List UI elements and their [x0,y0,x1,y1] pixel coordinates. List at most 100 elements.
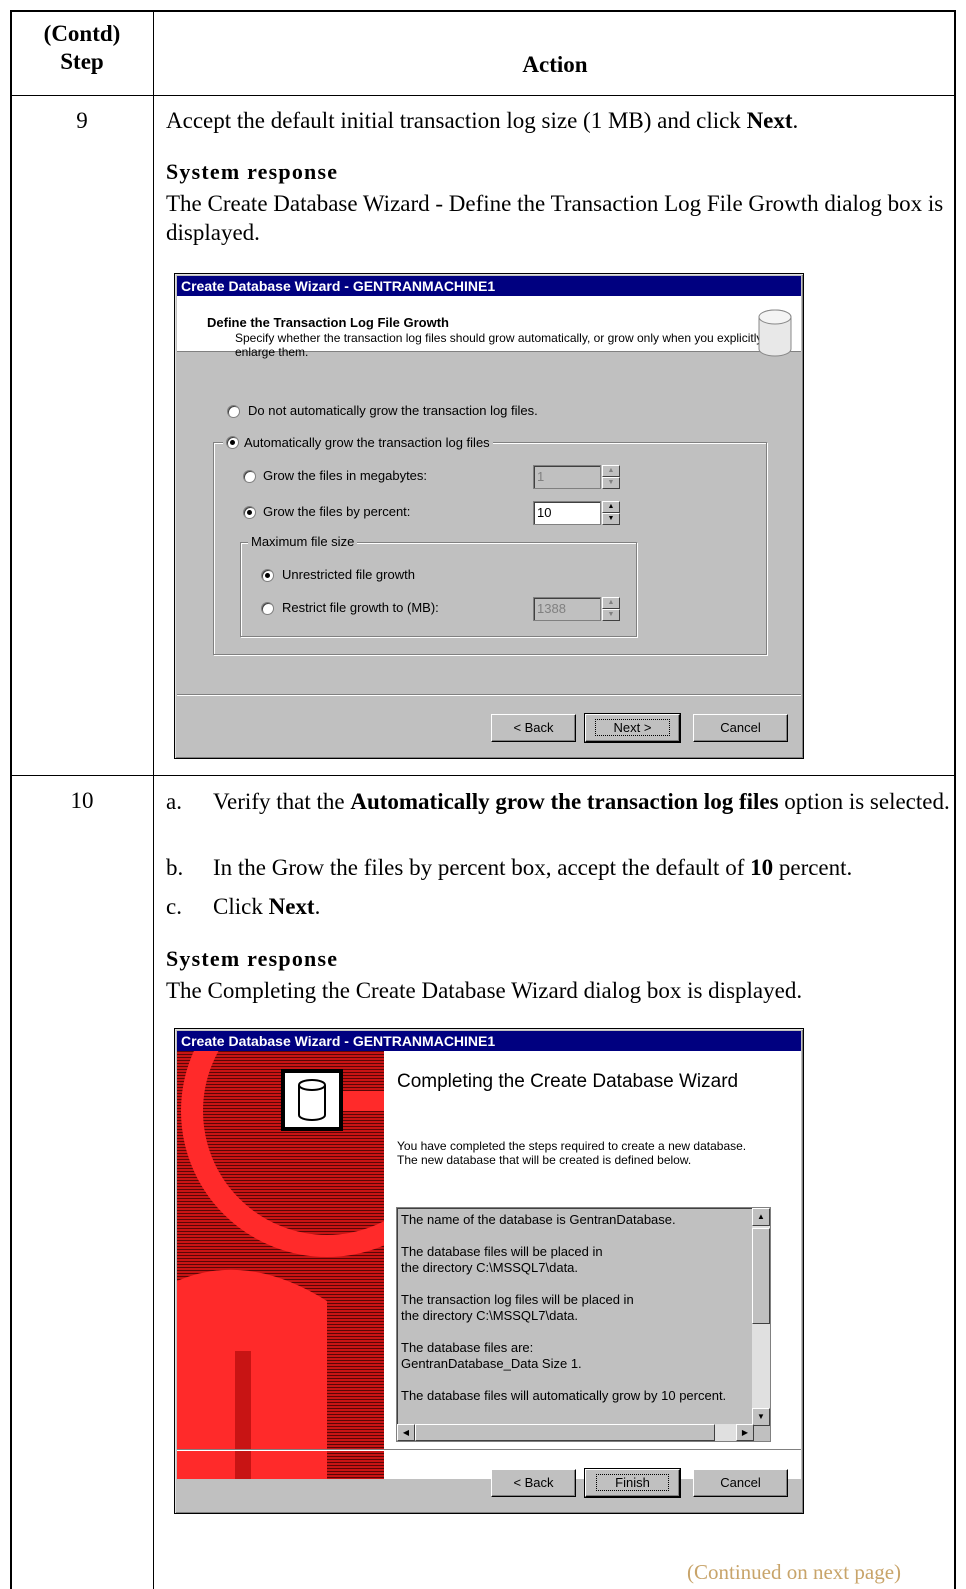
grow-percent-label[interactable]: Grow the files by percent: [263,504,410,519]
summary-line [401,1372,739,1388]
list-item-label: c. [166,894,182,919]
auto-grow-label[interactable]: Automatically grow the transaction log f… [244,435,490,450]
spin-up-icon[interactable]: ▲ [602,465,620,477]
back-button[interactable]: < Back [491,1469,576,1497]
list-item-label: a. [166,789,182,814]
log-growth-dialog: Create Database Wizard - GENTRANMACHINE1… [174,273,804,759]
no-grow-label[interactable]: Do not automatically grow the transactio… [248,403,538,418]
auto-grow-legend: Automatically grow the transaction log f… [223,434,493,450]
megabytes-spinner[interactable]: ▲ ▼ [602,465,620,489]
completion-dialog: Create Database Wizard - GENTRANMACHINE1… [174,1028,804,1514]
summary-line [401,1228,739,1244]
list-item-label: b. [166,855,184,880]
spin-down-icon[interactable]: ▼ [602,609,620,621]
summary-textbox[interactable]: The name of the database is GentranDatab… [396,1207,771,1442]
unrestricted-label[interactable]: Unrestricted file growth [282,567,415,582]
hscroll-thumb[interactable] [415,1424,715,1441]
item-bold: Automatically grow the transaction log f… [350,789,779,814]
completion-description: You have completed the steps required to… [397,1139,747,1167]
continued-note: (Continued on next page) [687,1560,902,1584]
step-instruction: Accept the default initial transaction l… [166,106,946,135]
item-end: option is selected. [778,789,950,814]
instruction-text: Accept the default initial transaction l… [166,108,747,133]
restrict-spinner[interactable]: ▲ ▼ [602,597,620,621]
item-text: Click [213,894,269,919]
item-bold: 10 [750,855,774,880]
action-column-header: Action [522,52,588,77]
dialog-header-description: Specify whether the transaction log file… [235,331,763,359]
unrestricted-radio[interactable] [261,569,274,582]
spin-up-icon[interactable]: ▲ [602,597,620,609]
spin-down-icon[interactable]: ▼ [602,477,620,489]
grow-megabytes-label[interactable]: Grow the files in megabytes: [263,468,427,483]
wizard-artwork [177,1051,384,1479]
max-file-size-legend: Maximum file size [248,534,358,549]
summary-line: The database files are: [401,1340,534,1355]
item-bold: Next [268,894,315,919]
grow-percent-radio[interactable] [243,506,256,519]
row-divider [10,775,956,776]
summary-line: The database files will be placed in [401,1244,603,1259]
instruction-end: . [792,108,799,133]
summary-line [401,1324,739,1340]
summary-text: The name of the database is GentranDatab… [401,1212,739,1404]
next-button-label[interactable]: Next > [594,719,671,736]
spin-down-icon[interactable]: ▼ [602,513,620,525]
item-text: Verify that the [213,789,351,814]
megabytes-input[interactable]: 1 [533,465,601,489]
summary-line: the directory C:\MSSQL7\data. [401,1260,579,1275]
max-file-size-group [240,542,637,637]
auto-grow-radio[interactable] [226,436,239,449]
restrict-input[interactable]: 1388 [533,597,601,621]
spin-up-icon[interactable]: ▲ [602,501,620,513]
list-item-text: Click Next. [213,893,951,921]
step-column-header: (Contd) Step [12,20,152,76]
summary-line: the directory C:\MSSQL7\data. [401,1308,579,1323]
button-separator [177,1449,801,1451]
horizontal-scrollbar[interactable]: ◀ ▶ [397,1424,754,1441]
scroll-down-icon[interactable]: ▼ [752,1408,770,1426]
next-button[interactable]: Next > [584,713,681,743]
finish-button-label[interactable]: Finish [596,1474,669,1491]
completion-panel: Completing the Create Database Wizard Yo… [384,1051,801,1479]
step-number: 10 [70,788,94,813]
step-label: Step [60,49,104,74]
percent-input[interactable]: 10 [533,501,601,525]
finish-button[interactable]: Finish [584,1468,681,1498]
summary-line: The name of the database is GentranDatab… [401,1212,676,1227]
database-icon [758,309,792,357]
step-number: 9 [76,108,88,133]
scroll-up-icon[interactable]: ▲ [752,1208,770,1226]
list-item-text: In the Grow the files by percent box, ac… [213,854,951,882]
no-grow-radio[interactable] [227,405,240,418]
summary-line: GentranDatabase_Data Size 1. [401,1356,582,1371]
column-divider [153,10,154,1589]
summary-line: The transaction log files will be placed… [401,1292,634,1307]
cancel-button[interactable]: Cancel [693,1469,788,1497]
summary-line [401,1276,739,1292]
item-end: percent. [773,855,853,880]
wizard-graphic [177,1051,384,1479]
scroll-left-icon[interactable]: ◀ [397,1424,415,1441]
back-button[interactable]: < Back [491,714,576,742]
button-separator [177,694,801,696]
restrict-radio[interactable] [261,602,274,615]
system-response-text: The Completing the Create Database Wizar… [166,978,803,1003]
dialog-header: Define the Transaction Log File Growth S… [177,296,801,359]
dialog-header-title: Define the Transaction Log File Growth [207,315,449,330]
restrict-label[interactable]: Restrict file growth to (MB): [282,600,439,615]
percent-spinner[interactable]: ▲ ▼ [602,501,620,525]
scroll-right-icon[interactable]: ▶ [736,1424,754,1441]
dialog-title-bar[interactable]: Create Database Wizard - GENTRANMACHINE1 [177,1031,801,1051]
item-text: In the Grow the files by percent box, ac… [213,855,751,880]
vertical-scrollbar[interactable]: ▲ ▼ [752,1208,770,1426]
list-item-text: Verify that the Automatically grow the t… [213,788,951,816]
scroll-thumb[interactable] [752,1228,770,1324]
system-response-heading: System response [166,159,339,184]
instruction-bold: Next [746,108,793,133]
header-divider [10,95,956,96]
cancel-button[interactable]: Cancel [693,714,788,742]
dialog-title-bar[interactable]: Create Database Wizard - GENTRANMACHINE1 [177,276,801,296]
completion-heading: Completing the Create Database Wizard [397,1071,739,1092]
grow-megabytes-radio[interactable] [243,470,256,483]
